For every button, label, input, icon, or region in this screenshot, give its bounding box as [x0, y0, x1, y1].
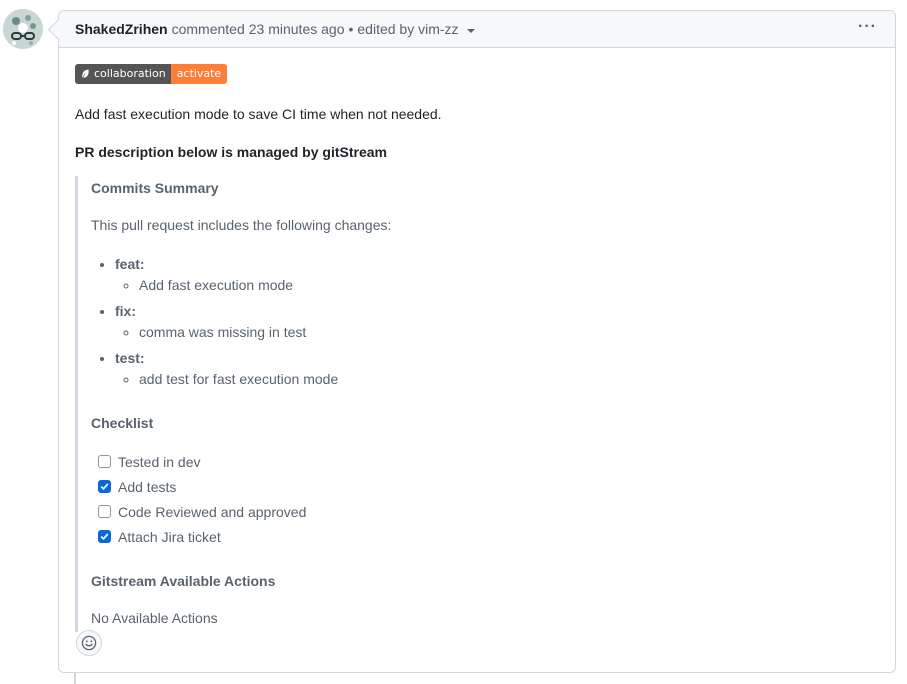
timeline-connector [74, 673, 76, 684]
commit-sublist: add test for fast execution mode [115, 370, 879, 388]
add-reaction-button[interactable] [76, 630, 102, 656]
checklist-item: Attach Jira ticket [98, 524, 879, 549]
avatar-icon [3, 9, 43, 49]
gitstream-blockquote: Commits Summary This pull request includ… [75, 176, 879, 632]
list-item: Add fast execution mode [139, 276, 879, 294]
comment-intro-text: Add fast execution mode to save CI time … [75, 106, 442, 122]
checklist-item-label: Attach Jira ticket [118, 528, 221, 545]
checklist: Tested in dev Add tests Code Reviewed an… [91, 449, 879, 549]
triangle-down-icon [466, 29, 475, 34]
checklist-heading: Checklist [91, 415, 154, 431]
checklist-item: Code Reviewed and approved [98, 499, 879, 524]
checklist-item-label: Code Reviewed and approved [118, 503, 307, 520]
commit-type: fix: [115, 303, 136, 319]
author-link[interactable]: ShakedZrihen [75, 21, 168, 37]
comment-timestamp[interactable]: 23 minutes ago [249, 21, 345, 37]
comment-body: collaboration activate Add fast executio… [59, 48, 895, 632]
commit-sublist: comma was missing in test [115, 323, 879, 341]
commits-list: feat: Add fast execution mode fix: comma… [91, 255, 879, 388]
list-item: add test for fast execution mode [139, 370, 879, 388]
leaf-icon [82, 69, 89, 78]
edited-by-label: edited by vim-zz [357, 21, 459, 37]
badge-value: activate [170, 64, 228, 84]
comment-action: commented [171, 21, 245, 37]
commits-summary-intro: This pull request includes the following… [91, 217, 392, 233]
header-separator: • [348, 21, 354, 37]
badge-label-segment: collaboration [75, 64, 171, 84]
badge-label: collaboration [94, 67, 166, 80]
actions-heading: Gitstream Available Actions [91, 573, 276, 589]
collaboration-badge: collaboration activate [75, 64, 228, 84]
checkbox[interactable] [98, 505, 111, 518]
avatar[interactable] [3, 9, 43, 49]
smiley-icon [81, 635, 97, 651]
commit-sublist: Add fast execution mode [115, 276, 879, 294]
actions-text: No Available Actions [91, 610, 218, 626]
checkbox[interactable] [98, 480, 111, 493]
commit-type: feat: [115, 256, 145, 272]
checkbox[interactable] [98, 455, 111, 468]
kebab-horizontal-icon[interactable]: ··· [858, 19, 877, 35]
list-item: fix: comma was missing in test [115, 302, 879, 341]
checklist-item: Add tests [98, 474, 879, 499]
comment-box: ShakedZrihen commented 23 minutes ago • … [58, 10, 896, 673]
list-item: feat: Add fast execution mode [115, 255, 879, 294]
checkmark-icon [100, 533, 109, 541]
checkmark-icon [100, 483, 109, 491]
managed-note: PR description below is managed by gitSt… [75, 144, 387, 160]
list-item: test: add test for fast execution mode [115, 349, 879, 388]
checklist-item: Tested in dev [98, 449, 879, 474]
edited-by-dropdown[interactable]: edited by vim-zz [357, 21, 475, 37]
checklist-item-label: Tested in dev [118, 453, 201, 470]
commits-summary-heading: Commits Summary [91, 180, 219, 196]
checklist-item-label: Add tests [118, 478, 177, 495]
checkbox[interactable] [98, 530, 111, 543]
comment-header: ShakedZrihen commented 23 minutes ago • … [59, 11, 895, 48]
list-item: comma was missing in test [139, 323, 879, 341]
commit-type: test: [115, 350, 145, 366]
